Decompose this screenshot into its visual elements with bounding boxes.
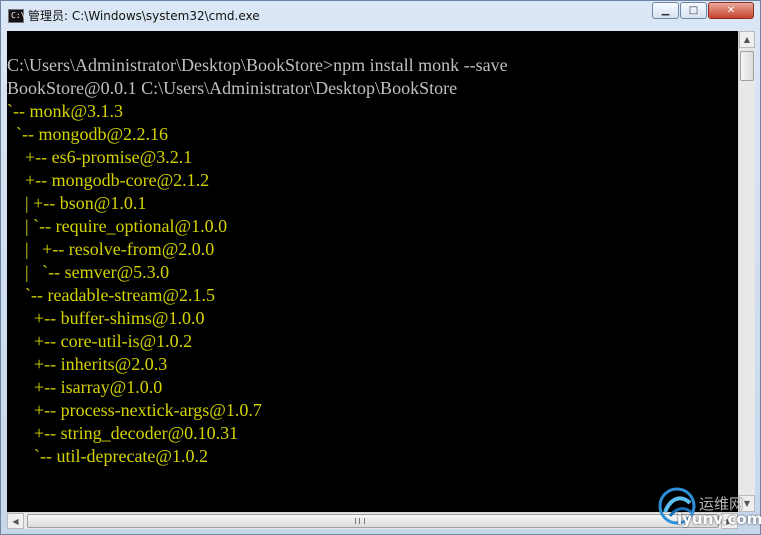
horizontal-scroll-thumb[interactable] [27, 514, 719, 528]
vertical-scroll-thumb[interactable] [740, 51, 754, 81]
minimize-button[interactable]: ▁ [652, 2, 679, 19]
watermark-url: iyunv.com [677, 510, 761, 528]
close-icon: ✕ [726, 5, 736, 16]
cmd-icon-text: C:\ [11, 11, 26, 20]
package-line: +-- inherits@2.0.3 [7, 354, 168, 374]
package-line: | +-- bson@1.0.1 [7, 193, 147, 213]
package-line: +-- es6-promise@3.2.1 [7, 147, 193, 167]
arrow-up-icon: ▲ [743, 35, 751, 44]
grip-icon [355, 518, 365, 524]
window-controls: ▁ □ ✕ [651, 2, 754, 19]
package-line: +-- string_decoder@0.10.31 [7, 423, 239, 443]
window-title: 管理员: C:\Windows\system32\cmd.exe [28, 9, 260, 23]
scroll-up-button[interactable]: ▲ [739, 31, 755, 48]
console-line: BookStore@0.0.1 C:\Users\Administrator\D… [7, 78, 458, 98]
cmd-window: C:\ 管理员: C:\Windows\system32\cmd.exe ▁ □… [0, 0, 761, 535]
package-line: `-- mongodb@2.2.16 [7, 124, 169, 144]
vertical-scrollbar[interactable]: ▲ ▼ [738, 31, 755, 512]
horizontal-scrollbar[interactable]: ◀ ▶ [7, 512, 738, 529]
minimize-icon: ▁ [661, 5, 670, 16]
watermark: 运维网 iyunv.com [657, 485, 761, 531]
maximize-icon: □ [688, 5, 699, 16]
cmd-app-icon[interactable]: C:\ [8, 9, 26, 23]
package-line: | `-- semver@5.3.0 [7, 262, 170, 282]
package-line: `-- monk@3.1.3 [7, 101, 124, 121]
package-line: `-- util-deprecate@1.0.2 [7, 446, 208, 466]
console-line: C:\Users\Administrator\Desktop\BookStore… [7, 55, 508, 75]
package-line: +-- isarray@1.0.0 [7, 377, 163, 397]
package-line: `-- readable-stream@2.1.5 [7, 285, 215, 305]
package-line: +-- buffer-shims@1.0.0 [7, 308, 205, 328]
console-output[interactable]: C:\Users\Administrator\Desktop\BookStore… [7, 31, 738, 512]
package-line: | +-- resolve-from@2.0.0 [7, 239, 215, 259]
arrow-left-icon: ◀ [12, 516, 19, 526]
package-line: | `-- require_optional@1.0.0 [7, 216, 228, 236]
title-bar[interactable]: C:\ 管理员: C:\Windows\system32\cmd.exe ▁ □… [1, 1, 760, 31]
close-button[interactable]: ✕ [708, 2, 754, 19]
package-line: +-- mongodb-core@2.1.2 [7, 170, 210, 190]
package-line: +-- core-util-is@1.0.2 [7, 331, 193, 351]
package-line: +-- process-nextick-args@1.0.7 [7, 400, 262, 420]
maximize-button[interactable]: □ [680, 2, 707, 19]
scroll-left-button[interactable]: ◀ [7, 513, 24, 529]
